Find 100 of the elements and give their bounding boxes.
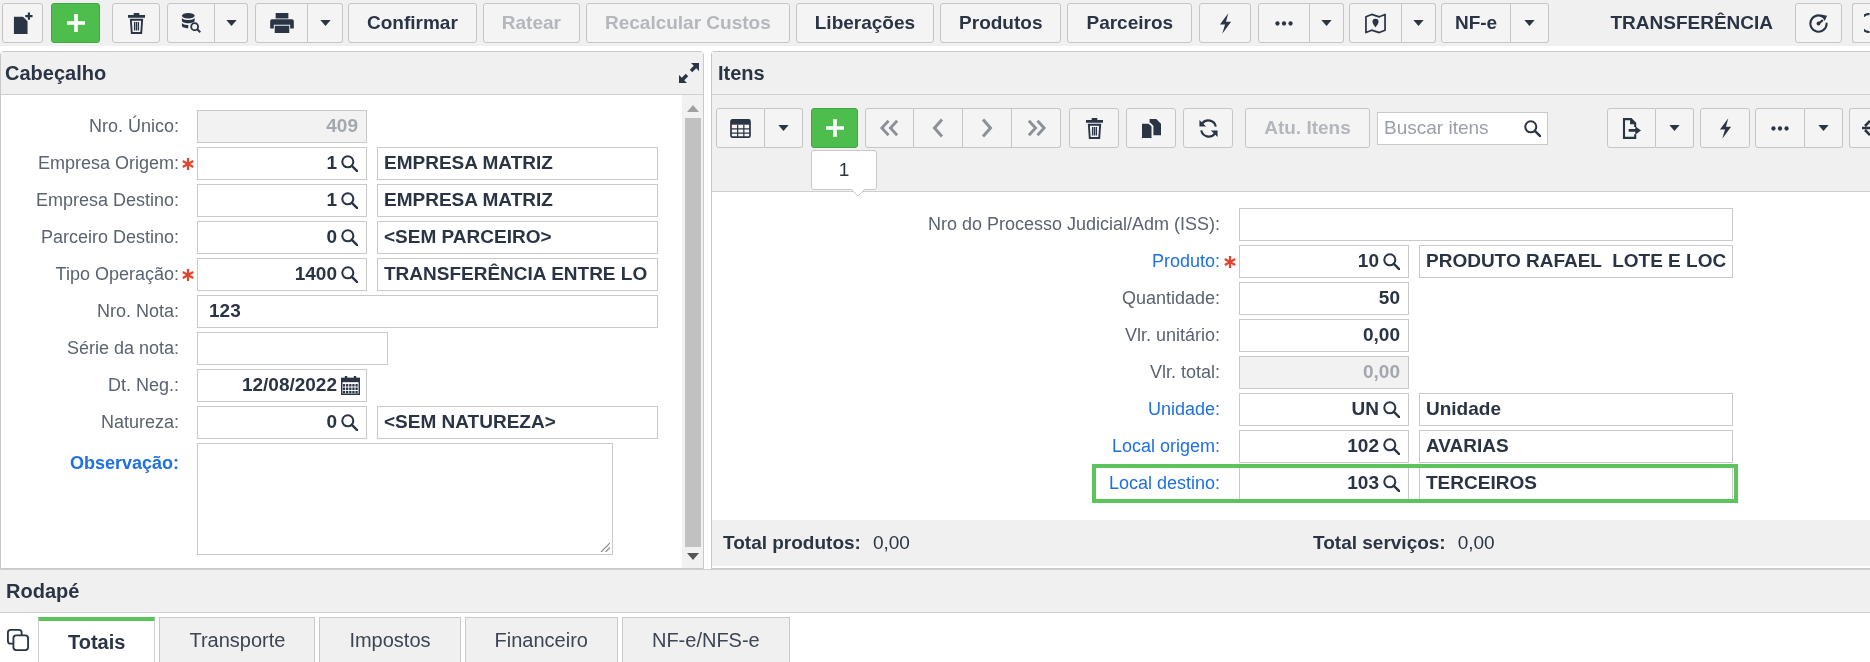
- field-label: Vlr. total:: [1149, 361, 1220, 384]
- search-icon: [341, 414, 358, 431]
- field-label: Quantidade:: [1121, 287, 1220, 310]
- description-field[interactable]: AVARIAS: [1419, 430, 1733, 463]
- chevron-right-icon: [981, 118, 993, 138]
- tab[interactable]: Impostos: [319, 617, 461, 662]
- text-field[interactable]: [1239, 208, 1733, 241]
- field-link[interactable]: Produto:: [1151, 248, 1220, 275]
- expand-icon[interactable]: [679, 63, 699, 83]
- dropdown-button[interactable]: [308, 3, 343, 43]
- textarea-field[interactable]: [197, 443, 613, 555]
- tab[interactable]: NF-e/NFS-e: [621, 617, 790, 662]
- lightning-button[interactable]: [1700, 108, 1750, 148]
- caret-icon: [778, 125, 789, 131]
- search-icon: [1383, 438, 1400, 455]
- field-label: Parceiro Destino:: [40, 226, 179, 249]
- tab[interactable]: Financeiro: [464, 617, 618, 662]
- copy-icon[interactable]: [7, 628, 29, 651]
- toolbar-button[interactable]: Confirmar: [348, 3, 477, 43]
- double-chevron-right-icon: [1025, 119, 1047, 137]
- code-field[interactable]: UN: [1239, 393, 1409, 426]
- delete-button[interactable]: [1069, 108, 1119, 148]
- dropdown-button[interactable]: [1402, 3, 1437, 43]
- field-link[interactable]: Local origem:: [1111, 433, 1220, 460]
- map-button[interactable]: [1349, 3, 1403, 43]
- search-icon: [1383, 401, 1400, 418]
- toolbar-button[interactable]: Parceiros: [1067, 3, 1193, 43]
- delete-button[interactable]: [112, 3, 160, 43]
- total-value: 0,00: [872, 530, 910, 555]
- menu-button[interactable]: NF-e: [1441, 3, 1512, 43]
- number-field[interactable]: 50: [1239, 282, 1409, 315]
- date-field[interactable]: 12/08/2022: [197, 369, 367, 402]
- text-field[interactable]: 123: [197, 295, 658, 328]
- search-field[interactable]: Buscar itens: [1377, 111, 1548, 145]
- total-label: Total produtos:: [723, 530, 861, 555]
- code-field[interactable]: 0: [197, 221, 367, 254]
- panel-title: Rodapé: [6, 579, 80, 604]
- lightning-icon: [1718, 117, 1732, 139]
- code-field[interactable]: 1: [197, 147, 367, 180]
- code-field[interactable]: 102: [1239, 430, 1409, 463]
- gauge-button[interactable]: [1795, 3, 1842, 43]
- lightning-icon: [1218, 12, 1232, 34]
- map-pin-icon: [1365, 12, 1387, 34]
- dropdown-button[interactable]: [1805, 108, 1843, 148]
- add-button[interactable]: [51, 3, 100, 43]
- description-field[interactable]: <SEM NATUREZA>: [377, 406, 658, 439]
- panel-title: Itens: [718, 61, 765, 86]
- export-button[interactable]: [1607, 108, 1656, 148]
- code-field[interactable]: 1400: [197, 258, 367, 291]
- lightning-button[interactable]: [1199, 3, 1252, 43]
- description-field[interactable]: EMPRESA MATRIZ: [377, 184, 658, 217]
- dropdown-button[interactable]: [1310, 3, 1345, 43]
- code-field[interactable]: 1: [197, 184, 367, 217]
- icon-button[interactable]: [1849, 108, 1870, 148]
- calendar-icon: [341, 376, 360, 395]
- tab[interactable]: Totais: [38, 617, 156, 662]
- dropdown-button[interactable]: [1511, 3, 1550, 43]
- text-field[interactable]: [197, 332, 388, 365]
- description-field[interactable]: <SEM PARCEIRO>: [377, 221, 658, 254]
- scroll-down-icon: [686, 553, 699, 560]
- field-label: Natureza:: [100, 411, 179, 434]
- description-field[interactable]: TRANSFERÊNCIA ENTRE LO: [377, 258, 658, 291]
- caret-icon: [1669, 125, 1680, 131]
- dropdown-button[interactable]: [215, 3, 248, 43]
- more-button[interactable]: [1755, 108, 1805, 148]
- toolbar-button[interactable]: Liberações: [795, 3, 935, 43]
- arc-icon: [1864, 13, 1870, 33]
- database-search-button[interactable]: [167, 3, 215, 43]
- field-link[interactable]: Observação:: [69, 450, 179, 477]
- caret-icon: [1524, 20, 1536, 26]
- more-button[interactable]: [1258, 3, 1311, 43]
- duplicate-button[interactable]: [1126, 108, 1176, 148]
- search-icon: [1383, 475, 1400, 492]
- new-document-button[interactable]: [2, 3, 43, 43]
- total-label: Total serviços:: [1313, 530, 1446, 555]
- description-field[interactable]: EMPRESA MATRIZ: [377, 147, 658, 180]
- table-view-button[interactable]: [716, 108, 765, 148]
- description-field[interactable]: Unidade: [1419, 393, 1733, 426]
- print-button[interactable]: [255, 3, 308, 43]
- tab[interactable]: Transporte: [159, 617, 316, 662]
- field-link[interactable]: Unidade:: [1147, 396, 1220, 423]
- database-search-icon: [181, 13, 201, 33]
- description-field[interactable]: PRODUTO RAFAEL LOTE E LOC: [1419, 245, 1733, 278]
- scrollbar[interactable]: [682, 95, 703, 568]
- icon-button[interactable]: [1852, 3, 1870, 43]
- refresh-button[interactable]: [1183, 108, 1233, 148]
- field-label: Nro do Processo Judicial/Adm (ISS):: [927, 213, 1220, 236]
- code-field[interactable]: 0: [197, 406, 367, 439]
- caret-icon: [319, 20, 331, 26]
- search-icon: [341, 155, 358, 172]
- add-button[interactable]: [811, 108, 858, 148]
- number-field[interactable]: 0,00: [1239, 319, 1409, 352]
- chevron-left-icon: [932, 118, 944, 138]
- code-field[interactable]: 10: [1239, 245, 1409, 278]
- scrollbar-thumb[interactable]: [684, 118, 701, 547]
- document-plus-icon: [12, 12, 33, 34]
- search-icon: [341, 266, 358, 283]
- toolbar-button[interactable]: Produtos: [940, 3, 1062, 43]
- field-link[interactable]: Local destino:: [1108, 470, 1220, 497]
- caret-icon: [225, 20, 237, 26]
